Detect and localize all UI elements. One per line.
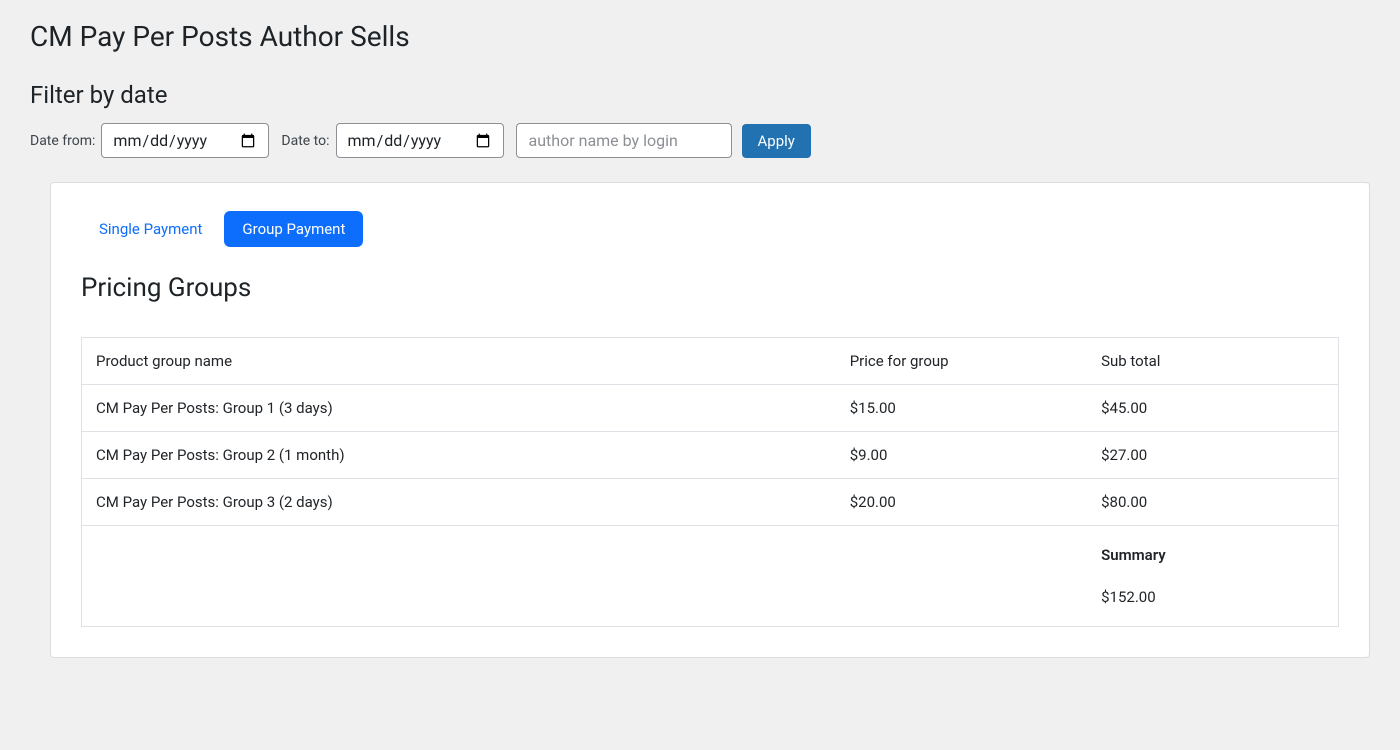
date-from-label: Date from: [30,133,95,149]
table-row: CM Pay Per Posts: Group 1 (3 days) $15.0… [82,385,1339,432]
cell-empty [836,526,1087,627]
cell-price: $15.00 [836,385,1087,432]
cell-sub: $80.00 [1087,479,1338,526]
pricing-table: Product group name Price for group Sub t… [81,337,1339,627]
tabs: Single Payment Group Payment [81,211,1339,247]
cell-summary: Summary $152.00 [1087,526,1338,627]
table-row: CM Pay Per Posts: Group 3 (2 days) $20.0… [82,479,1339,526]
filter-row: Date from: Date to: Apply [30,123,1370,158]
cell-price: $9.00 [836,432,1087,479]
summary-total: $152.00 [1101,588,1324,606]
content-card: Single Payment Group Payment Pricing Gro… [50,182,1370,658]
author-input[interactable] [516,123,732,158]
tab-group-payment[interactable]: Group Payment [224,211,363,247]
date-from-input[interactable] [101,123,269,158]
cell-name: CM Pay Per Posts: Group 3 (2 days) [82,479,836,526]
cell-name: CM Pay Per Posts: Group 1 (3 days) [82,385,836,432]
apply-button[interactable]: Apply [742,124,811,158]
col-header-name: Product group name [82,338,836,385]
col-header-price: Price for group [836,338,1087,385]
filter-title: Filter by date [30,81,1370,109]
table-row: CM Pay Per Posts: Group 2 (1 month) $9.0… [82,432,1339,479]
cell-sub: $45.00 [1087,385,1338,432]
cell-empty [82,526,836,627]
date-to-label: Date to: [281,133,329,149]
section-title: Pricing Groups [81,273,1339,303]
cell-price: $20.00 [836,479,1087,526]
cell-sub: $27.00 [1087,432,1338,479]
tab-single-payment[interactable]: Single Payment [81,211,220,247]
page-title: CM Pay Per Posts Author Sells [30,20,1370,53]
col-header-sub: Sub total [1087,338,1338,385]
date-to-input[interactable] [336,123,504,158]
summary-label: Summary [1101,546,1324,564]
cell-name: CM Pay Per Posts: Group 2 (1 month) [82,432,836,479]
summary-row: Summary $152.00 [82,526,1339,627]
